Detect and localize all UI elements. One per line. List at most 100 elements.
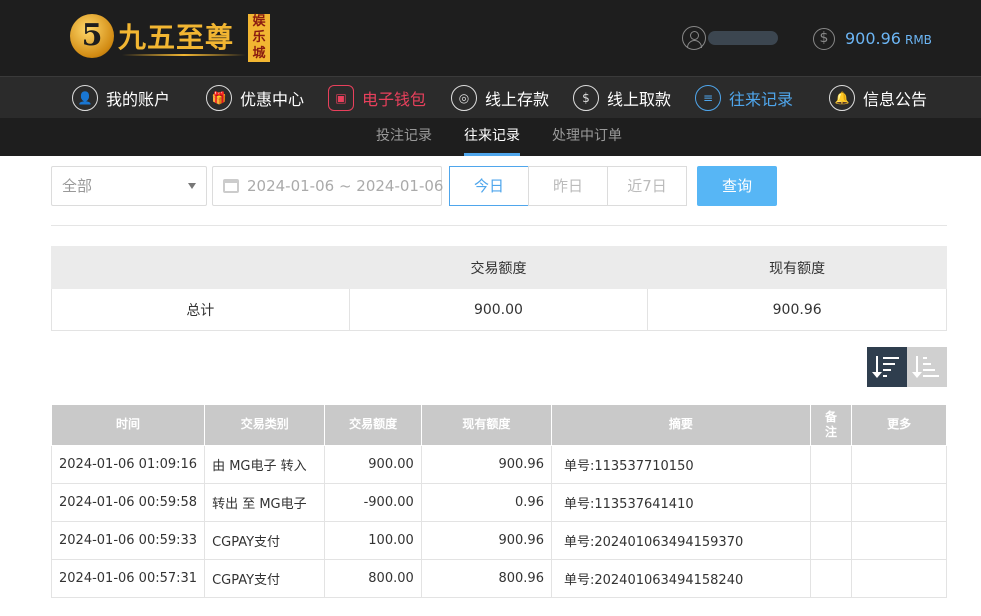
table-row: 2024-01-06 01:09:16 由 MG电子 转入 900.00 900…	[50, 444, 947, 484]
site-logo[interactable]: 5 九五至尊 娱乐城	[70, 12, 270, 64]
cell-time: 2024-01-06 00:57:31	[50, 558, 206, 598]
header-more: 更多	[851, 405, 947, 446]
tab-pending-orders[interactable]: 处理中订单	[552, 118, 622, 156]
logo-digit: 5	[81, 18, 103, 53]
cell-time: 2024-01-06 00:59:58	[50, 482, 206, 522]
cell-amount: 100.00	[324, 520, 422, 560]
header-remark-line2: 注	[825, 424, 838, 439]
cell-more[interactable]	[851, 558, 947, 598]
gift-icon: 🎁	[206, 85, 232, 111]
query-button[interactable]: 查询	[697, 166, 777, 206]
divider	[51, 225, 947, 226]
nav-online-deposit[interactable]: ◎ 线上存款	[451, 82, 549, 114]
summary-header-blank	[51, 246, 350, 289]
caret-down-icon	[188, 183, 196, 189]
cell-type: CGPAY支付	[204, 520, 326, 560]
cell-type: CGPAY支付	[204, 558, 326, 598]
cell-summary: 单号:113537710150	[550, 444, 811, 484]
username-redacted	[708, 31, 778, 45]
cell-more[interactable]	[851, 520, 947, 560]
nav-announcements[interactable]: 🔔 信息公告	[829, 82, 927, 114]
nav-e-wallet[interactable]: ▣ 电子钱包	[328, 82, 426, 114]
header-amount: 交易额度	[324, 405, 422, 446]
summary-total-label: 总计	[51, 288, 350, 331]
main-nav: 👤 我的账户 🎁 优惠中心 ▣ 电子钱包 ◎ 线上存款 $ 线上取款 ≡ 往来记…	[0, 76, 981, 118]
cell-time: 2024-01-06 00:59:33	[50, 520, 206, 560]
nav-label: 往来记录	[729, 90, 794, 109]
cell-more[interactable]	[851, 444, 947, 484]
nav-label: 我的账户	[106, 90, 171, 109]
wallet-icon: ▣	[328, 85, 354, 111]
summary-header-transaction: 交易额度	[348, 246, 649, 289]
nav-transaction-records[interactable]: ≡ 往来记录	[695, 82, 793, 114]
cell-remark	[809, 444, 853, 484]
header-remark: 备注	[809, 405, 853, 446]
deposit-icon: ◎	[451, 85, 477, 111]
summary-total-transaction: 900.00	[348, 288, 649, 331]
header-summary: 摘要	[550, 405, 811, 446]
logo-name: 九五至尊	[118, 21, 235, 54]
user-avatar-icon	[682, 26, 706, 50]
date-range-value: 2024-01-06 ~ 2024-01-06	[247, 177, 444, 195]
cell-more[interactable]	[851, 482, 947, 522]
nav-label: 电子钱包	[362, 90, 427, 109]
summary-header-current: 现有额度	[647, 246, 947, 289]
type-select-value: 全部	[62, 177, 93, 195]
date-range-input[interactable]: 2024-01-06 ~ 2024-01-06	[212, 166, 444, 206]
summary-table: 交易额度 现有额度 总计 900.00 900.96	[51, 246, 947, 331]
cell-remark	[809, 520, 853, 560]
header-time: 时间	[50, 405, 206, 446]
cell-balance: 0.96	[420, 482, 552, 522]
nav-my-account[interactable]: 👤 我的账户	[72, 82, 170, 114]
balance-amount: 900.96	[845, 29, 901, 48]
cell-summary: 单号:202401063494158240	[550, 558, 811, 598]
range-yesterday-button[interactable]: 昨日	[528, 166, 608, 206]
calendar-icon	[223, 179, 239, 193]
nav-label: 线上存款	[485, 90, 550, 109]
withdraw-icon: $	[573, 85, 599, 111]
balance-currency: RMB	[904, 33, 932, 47]
tab-transaction-records[interactable]: 往来记录	[464, 118, 520, 156]
logo-underline	[122, 54, 246, 56]
cell-amount: 900.00	[324, 444, 422, 484]
balance-display: 900.96 RMB	[845, 29, 932, 48]
type-select[interactable]: 全部	[51, 166, 207, 206]
sort-ascending-button[interactable]	[907, 347, 947, 387]
table-row: 2024-01-06 00:59:33 CGPAY支付 100.00 900.9…	[50, 520, 947, 560]
logo-tag: 娱乐城	[248, 14, 270, 62]
sort-descending-button[interactable]	[867, 347, 907, 387]
dollar-coin-icon: $	[813, 28, 835, 50]
header-remark-line1: 备	[825, 409, 838, 424]
user-icon: 👤	[72, 85, 98, 111]
header-balance: 现有额度	[420, 405, 552, 446]
records-header-row: 时间 交易类别 交易额度 现有额度 摘要 备注 更多	[50, 405, 947, 446]
range-7days-button[interactable]: 近7日	[607, 166, 687, 206]
nav-online-withdraw[interactable]: $ 线上取款	[573, 82, 671, 114]
cell-balance: 900.96	[420, 444, 552, 484]
cell-type: 由 MG电子 转入	[204, 444, 326, 484]
cell-remark	[809, 558, 853, 598]
table-row: 2024-01-06 00:57:31 CGPAY支付 800.00 800.9…	[50, 558, 947, 598]
cell-time: 2024-01-06 01:09:16	[50, 444, 206, 484]
cell-balance: 900.96	[420, 520, 552, 560]
record-icon: ≡	[695, 85, 721, 111]
cell-balance: 800.96	[420, 558, 552, 598]
cell-summary: 单号:113537641410	[550, 482, 811, 522]
bell-icon: 🔔	[829, 85, 855, 111]
sort-descending-icon	[872, 355, 900, 379]
cell-amount: -900.00	[324, 482, 422, 522]
sub-nav: 投注记录 往来记录 处理中订单	[0, 118, 981, 156]
top-bar: 5 九五至尊 娱乐城 $ 900.96 RMB	[0, 0, 981, 76]
cell-type: 转出 至 MG电子	[204, 482, 326, 522]
nav-label: 优惠中心	[240, 90, 305, 109]
summary-total-current: 900.96	[647, 288, 947, 331]
cell-amount: 800.00	[324, 558, 422, 598]
summary-total-row: 总计 900.00 900.96	[51, 288, 947, 331]
sort-ascending-icon	[912, 355, 940, 379]
nav-promotions[interactable]: 🎁 优惠中心	[206, 82, 304, 114]
tab-bet-records[interactable]: 投注记录	[376, 118, 432, 156]
range-today-button[interactable]: 今日	[449, 166, 529, 206]
records-table: 时间 交易类别 交易额度 现有额度 摘要 备注 更多 2024-01-06 01…	[50, 405, 947, 598]
header-type: 交易类别	[204, 405, 326, 446]
nav-label: 线上取款	[607, 90, 672, 109]
